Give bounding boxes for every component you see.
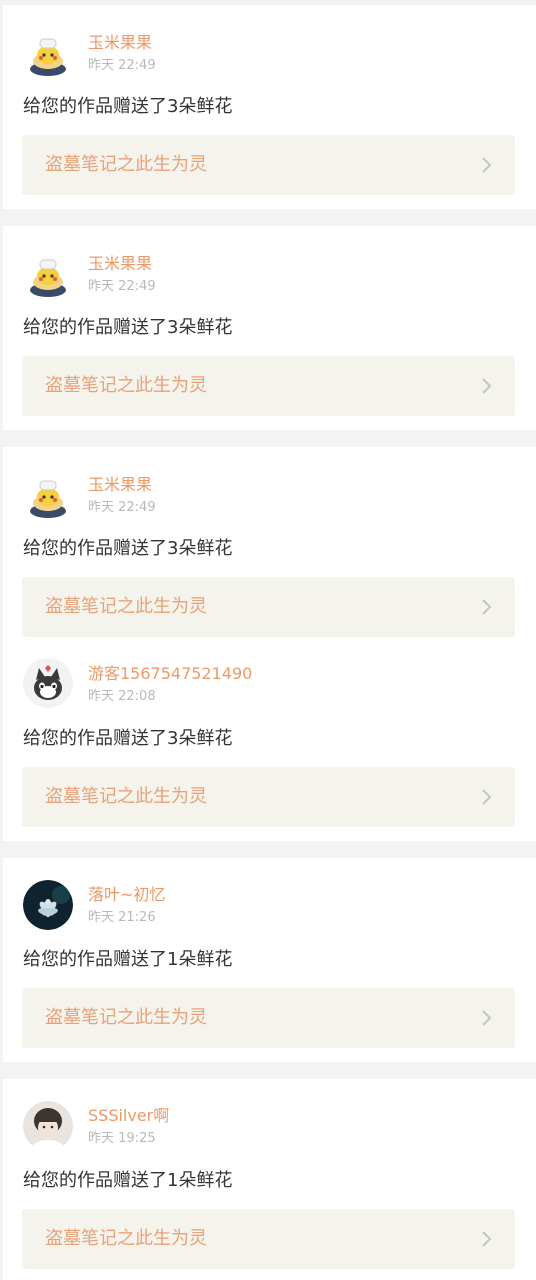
work-title: 盗墓笔记之此生为灵 <box>45 596 207 617</box>
work-title: 盗墓笔记之此生为灵 <box>45 786 207 807</box>
gift-message: 给您的作品赠送了3朵鲜花 <box>23 317 233 338</box>
chevron-right-icon <box>482 599 492 615</box>
work-link[interactable]: 盗墓笔记之此生为灵 <box>22 135 515 195</box>
work-link[interactable]: 盗墓笔记之此生为灵 <box>22 767 515 827</box>
work-link[interactable]: 盗墓笔记之此生为灵 <box>22 356 515 416</box>
username[interactable]: 落叶~初忆 <box>88 885 165 905</box>
pikachu-chef-icon <box>23 473 73 523</box>
person-photo-icon <box>23 1101 73 1151</box>
pikachu-chef-icon <box>23 252 73 302</box>
gift-message: 给您的作品赠送了3朵鲜花 <box>23 96 233 117</box>
work-title: 盗墓笔记之此生为灵 <box>45 1007 207 1028</box>
notification-card: 落叶~初忆 昨天 21:26 给您的作品赠送了1朵鲜花 盗墓笔记之此生为灵 <box>3 858 536 1062</box>
chevron-right-icon <box>482 1231 492 1247</box>
chevron-right-icon <box>482 157 492 173</box>
avatar[interactable] <box>23 473 73 523</box>
chevron-right-icon <box>482 378 492 394</box>
gift-message: 给您的作品赠送了1朵鲜花 <box>23 949 233 970</box>
work-title: 盗墓笔记之此生为灵 <box>45 375 207 396</box>
avatar[interactable] <box>23 31 73 81</box>
notification-card: 玉米果果 昨天 22:49 给您的作品赠送了3朵鲜花 盗墓笔记之此生为灵 <box>3 5 536 209</box>
avatar[interactable] <box>23 658 73 708</box>
notification-card: 玉米果果 昨天 22:49 给您的作品赠送了3朵鲜花 盗墓笔记之此生为灵 <box>3 226 536 430</box>
notification-card: SSSilver啊 昨天 19:25 给您的作品赠送了1朵鲜花 盗墓笔记之此生为… <box>3 1079 536 1280</box>
lotus-flower-icon <box>23 880 73 930</box>
timestamp: 昨天 22:49 <box>88 58 156 73</box>
timestamp: 昨天 22:49 <box>88 279 156 294</box>
username[interactable]: 玉米果果 <box>88 33 152 53</box>
timestamp: 昨天 19:25 <box>88 1131 156 1146</box>
chevron-right-icon <box>482 1010 492 1026</box>
work-link[interactable]: 盗墓笔记之此生为灵 <box>22 1209 515 1269</box>
pikachu-chef-icon <box>23 31 73 81</box>
gift-message: 给您的作品赠送了3朵鲜花 <box>23 728 233 749</box>
avatar[interactable] <box>23 1101 73 1151</box>
work-title: 盗墓笔记之此生为灵 <box>45 1228 207 1249</box>
work-link[interactable]: 盗墓笔记之此生为灵 <box>22 577 515 637</box>
timestamp: 昨天 22:08 <box>88 689 156 704</box>
username[interactable]: 玉米果果 <box>88 254 152 274</box>
cat-face-icon <box>23 658 73 708</box>
username[interactable]: 玉米果果 <box>88 475 152 495</box>
username[interactable]: SSSilver啊 <box>88 1106 169 1126</box>
notification-card: 玉米果果 昨天 22:49 给您的作品赠送了3朵鲜花 盗墓笔记之此生为灵 <box>3 447 536 841</box>
work-link[interactable]: 盗墓笔记之此生为灵 <box>22 988 515 1048</box>
timestamp: 昨天 22:49 <box>88 500 156 515</box>
gift-message: 给您的作品赠送了3朵鲜花 <box>23 538 233 559</box>
work-title: 盗墓笔记之此生为灵 <box>45 154 207 175</box>
chevron-right-icon <box>482 789 492 805</box>
username[interactable]: 游客1567547521490 <box>88 664 252 684</box>
gift-message: 给您的作品赠送了1朵鲜花 <box>23 1170 233 1191</box>
avatar[interactable] <box>23 252 73 302</box>
avatar[interactable] <box>23 880 73 930</box>
timestamp: 昨天 21:26 <box>88 910 156 925</box>
